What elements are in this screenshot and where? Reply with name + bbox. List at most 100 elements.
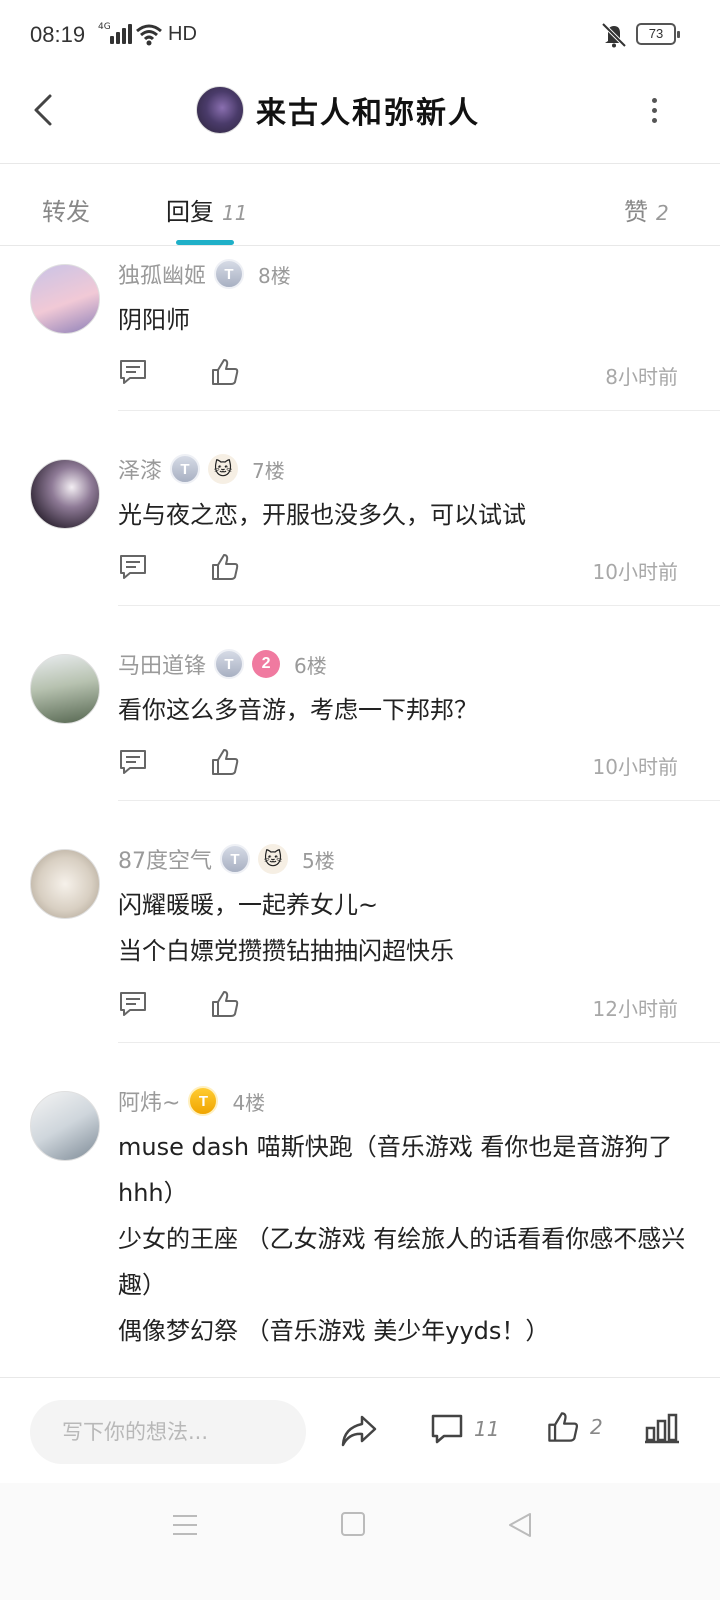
comment-line: muse dash 喵斯快跑（音乐游戏 看你也是音游狗了hhh） bbox=[118, 1133, 673, 1207]
username[interactable]: 独孤幽姬 bbox=[118, 258, 206, 290]
comment-header: 马田道锋 T 2 6楼 bbox=[118, 647, 327, 681]
user-avatar[interactable] bbox=[30, 849, 100, 919]
network-type: 4G bbox=[98, 22, 111, 32]
like-count: 2 bbox=[590, 1415, 603, 1439]
like-icon bbox=[548, 1412, 579, 1442]
tab-likes[interactable]: 赞2 bbox=[624, 192, 669, 227]
home-icon[interactable] bbox=[340, 1511, 366, 1537]
mute-bell-icon bbox=[601, 22, 627, 48]
tab-likes-label: 赞 bbox=[624, 198, 648, 226]
comment-text[interactable]: 光与夜之恋，开服也没多久，可以试试 bbox=[118, 492, 688, 538]
stats-icon[interactable] bbox=[644, 1412, 680, 1444]
comment-time: 10小时前 bbox=[592, 560, 678, 584]
comment-list[interactable]: 独孤幽姬 T 8楼 阴阳师 8小时前 泽漆 T 🐱 7楼 光与夜之恋，开服也没多… bbox=[0, 247, 720, 1377]
like-icon[interactable] bbox=[210, 747, 240, 777]
reply-icon[interactable] bbox=[118, 989, 148, 1019]
floor-number: 7楼 bbox=[252, 458, 285, 483]
comment-actions: 8小时前 bbox=[118, 357, 678, 391]
like-icon[interactable] bbox=[210, 989, 240, 1019]
tab-replies-label: 回复 bbox=[166, 198, 214, 226]
comment-time: 12小时前 bbox=[592, 997, 678, 1021]
menu-icon[interactable] bbox=[172, 1513, 198, 1537]
status-time: 08:19 bbox=[30, 22, 86, 47]
username[interactable]: 马田道锋 bbox=[118, 648, 206, 680]
pet-badge-icon: 🐱 bbox=[208, 454, 239, 484]
page-title: 来古人和弥新人 bbox=[256, 96, 480, 131]
system-nav-bar bbox=[0, 1483, 720, 1600]
divider bbox=[118, 800, 720, 801]
comment-count-button[interactable]: 11 bbox=[430, 1412, 499, 1446]
battery-indicator: 73 bbox=[636, 23, 680, 45]
level-badge-icon: T bbox=[220, 844, 250, 874]
floor-number: 4楼 bbox=[232, 1090, 266, 1115]
divider bbox=[118, 605, 720, 606]
floor-number: 5楼 bbox=[302, 848, 335, 873]
header: 来古人和弥新人 bbox=[0, 70, 720, 164]
level-badge-icon: T bbox=[170, 454, 201, 484]
comment-header: 泽漆 T 🐱 7楼 bbox=[118, 452, 285, 486]
cellular-signal-icon: 4G bbox=[98, 22, 132, 44]
title-group[interactable]: 来古人和弥新人 bbox=[196, 86, 480, 134]
tab-reposts[interactable]: 转发 bbox=[42, 192, 90, 227]
tab-replies-count: 11 bbox=[222, 201, 248, 225]
username[interactable]: 阿炜~ bbox=[118, 1085, 180, 1117]
comment-input[interactable] bbox=[30, 1400, 306, 1464]
back-arrow-icon[interactable] bbox=[28, 90, 68, 130]
comment-actions: 10小时前 bbox=[118, 552, 678, 586]
comment-text[interactable]: 阴阳师 bbox=[118, 297, 688, 343]
comment-header: 独孤幽姬 T 8楼 bbox=[118, 257, 291, 291]
comment-count: 11 bbox=[474, 1417, 500, 1441]
floor-number: 6楼 bbox=[294, 653, 327, 678]
tab-reposts-label: 转发 bbox=[42, 198, 90, 226]
tab-bar: 转发 回复 11 赞2 bbox=[0, 164, 720, 246]
level-badge-icon: T bbox=[214, 649, 245, 679]
user-avatar[interactable] bbox=[30, 654, 100, 724]
hd-indicator: HD bbox=[168, 23, 197, 45]
pet-badge-icon: 🐱 bbox=[258, 844, 288, 874]
comment-header: 87度空气 T 🐱 5楼 bbox=[118, 842, 335, 876]
divider bbox=[118, 1042, 720, 1043]
comment-text[interactable]: muse dash 喵斯快跑（音乐游戏 看你也是音游狗了hhh） 少女的王座 （… bbox=[118, 1124, 688, 1354]
comment-line: 看你这么多音游，考虑一下邦邦？ bbox=[118, 696, 478, 724]
comment-line: 偶像梦幻祭 （音乐游戏 美少年yyds！） bbox=[118, 1317, 550, 1345]
comment-line: 光与夜之恋，开服也没多久，可以试试 bbox=[118, 501, 526, 529]
comment-actions: 12小时前 bbox=[118, 989, 678, 1023]
like-icon[interactable] bbox=[210, 552, 240, 582]
comment-line: 当个白嫖党攒攒钻抽抽闪超快乐 bbox=[118, 937, 454, 965]
reply-icon[interactable] bbox=[118, 357, 148, 387]
comment-line: 少女的王座 （乙女游戏 有绘旅人的话看看你感不感兴趣） bbox=[118, 1225, 686, 1299]
share-icon[interactable] bbox=[340, 1414, 378, 1448]
comment-input-wrapper[interactable] bbox=[30, 1400, 306, 1464]
user-avatar[interactable] bbox=[30, 1091, 100, 1161]
tab-replies[interactable]: 回复 11 bbox=[166, 192, 247, 227]
comment-text[interactable]: 看你这么多音游，考虑一下邦邦？ bbox=[118, 687, 688, 733]
comment-icon bbox=[431, 1414, 463, 1444]
comment-time: 10小时前 bbox=[592, 755, 678, 779]
username[interactable]: 泽漆 bbox=[118, 453, 162, 485]
user-avatar[interactable] bbox=[30, 264, 100, 334]
username[interactable]: 87度空气 bbox=[118, 843, 212, 875]
comment-actions: 10小时前 bbox=[118, 747, 678, 781]
divider bbox=[118, 410, 720, 411]
like-icon[interactable] bbox=[210, 357, 240, 387]
level-badge-icon: T bbox=[188, 1086, 219, 1116]
comment-line: 阴阳师 bbox=[118, 306, 190, 334]
tab-likes-count: 2 bbox=[656, 201, 669, 225]
like-count-button[interactable]: 2 bbox=[546, 1410, 603, 1444]
level-badge-icon: T bbox=[214, 259, 245, 289]
comment-line: 闪耀暖暖，一起养女儿~ bbox=[118, 891, 379, 919]
comment-text[interactable]: 闪耀暖暖，一起养女儿~ 当个白嫖党攒攒钻抽抽闪超快乐 bbox=[118, 882, 688, 974]
floor-number: 8楼 bbox=[258, 263, 291, 288]
nav-back-icon[interactable] bbox=[506, 1511, 534, 1539]
status-bar: 08:19 4G HD 73 bbox=[0, 0, 720, 70]
wifi-icon bbox=[136, 24, 162, 46]
comment-time: 8小时前 bbox=[605, 365, 678, 389]
user-avatar[interactable] bbox=[30, 459, 100, 529]
rank-badge: 2 bbox=[252, 650, 281, 678]
bottom-action-bar: 11 2 bbox=[0, 1377, 720, 1483]
reply-icon[interactable] bbox=[118, 552, 148, 582]
more-options-icon[interactable] bbox=[648, 98, 660, 128]
reply-icon[interactable] bbox=[118, 747, 148, 777]
comment-header: 阿炜~ T 4楼 bbox=[118, 1084, 265, 1118]
group-avatar[interactable] bbox=[196, 86, 244, 134]
